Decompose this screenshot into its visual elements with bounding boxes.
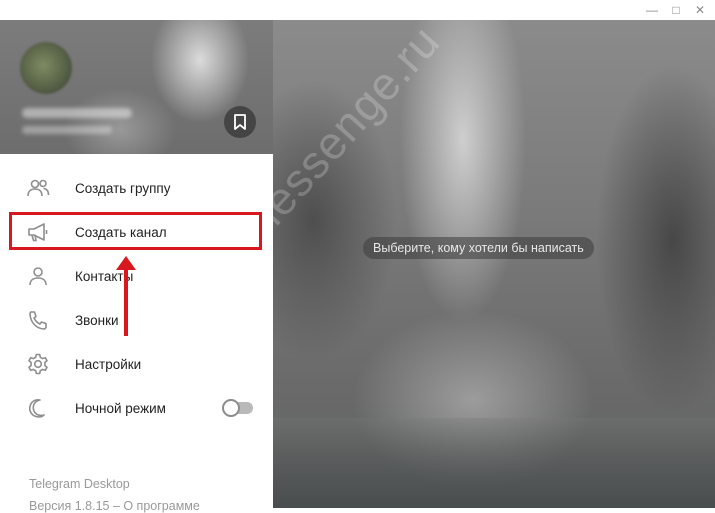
profile-phone-blurred [22, 126, 112, 134]
gear-icon [26, 353, 50, 375]
window-titlebar: — □ ✕ [0, 0, 715, 20]
maximize-button[interactable]: □ [665, 0, 687, 20]
saved-messages-button[interactable] [224, 106, 256, 138]
window-controls: — □ ✕ [641, 0, 711, 20]
menu-item-label: Создать канал [75, 224, 167, 240]
chat-background-water [273, 418, 715, 508]
person-icon [26, 265, 50, 287]
annotation-arrow-icon [116, 256, 136, 336]
minimize-button[interactable]: — [641, 0, 663, 20]
menu-item-settings[interactable]: Настройки [0, 342, 273, 386]
profile-header [0, 20, 273, 154]
menu-item-new-channel[interactable]: Создать канал [0, 210, 273, 254]
megaphone-icon [26, 221, 50, 243]
menu-item-label: Создать группу [75, 180, 171, 196]
menu-item-label: Ночной режим [75, 400, 166, 416]
moon-icon [26, 397, 50, 419]
group-icon [26, 177, 50, 199]
profile-name-blurred [22, 108, 132, 118]
close-button[interactable]: ✕ [689, 0, 711, 20]
menu-item-new-group[interactable]: Создать группу [0, 166, 273, 210]
version-about-link[interactable]: Версия 1.8.15 – О программе [29, 499, 200, 513]
menu-item-label: Настройки [75, 356, 142, 372]
bookmark-icon [234, 114, 246, 130]
empty-chat-hint: Выберите, кому хотели бы написать [363, 237, 594, 259]
night-mode-toggle[interactable] [222, 399, 253, 417]
menu-item-night-mode[interactable]: Ночной режим [0, 386, 273, 430]
toggle-knob [222, 399, 240, 417]
app-name-label: Telegram Desktop [29, 477, 130, 491]
avatar[interactable] [20, 42, 72, 94]
phone-icon [26, 309, 50, 331]
